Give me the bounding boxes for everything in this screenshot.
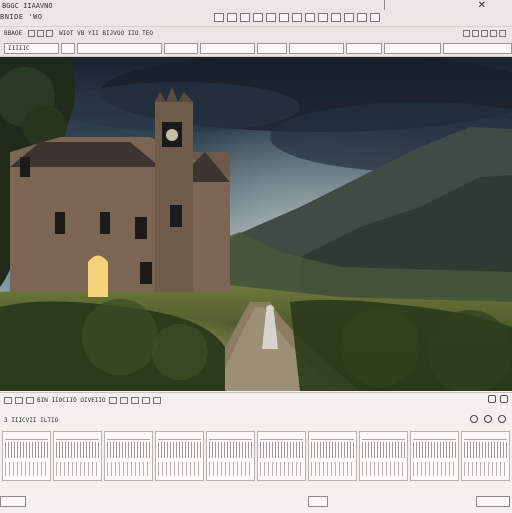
status-icon[interactable] <box>141 396 150 404</box>
title-divider <box>384 0 385 10</box>
field-7[interactable] <box>288 42 344 54</box>
panel-thumb[interactable] <box>257 431 306 481</box>
footer-bar <box>0 493 512 507</box>
field-1[interactable]: IIIIIC <box>4 42 60 54</box>
menu-icon-12[interactable] <box>357 12 367 22</box>
field-9[interactable] <box>383 42 441 54</box>
image-canvas[interactable] <box>0 57 512 391</box>
toolbar-left-label: BBAOE <box>4 29 23 37</box>
field-4[interactable] <box>164 42 198 54</box>
menu-icon-11[interactable] <box>344 12 354 22</box>
panel-thumb[interactable] <box>206 431 255 481</box>
bottom-right-icons <box>488 395 508 403</box>
field-2[interactable] <box>61 42 76 54</box>
menu-icon-10[interactable] <box>331 12 341 22</box>
menu-icon-7[interactable] <box>292 12 302 22</box>
status-icon[interactable] <box>26 396 34 404</box>
status-icon[interactable] <box>108 396 117 404</box>
menu-icon-2[interactable] <box>227 12 237 22</box>
window-subtitle: BNIDE 'WO <box>0 13 43 21</box>
tool-icon[interactable] <box>37 29 45 37</box>
menu-icon-3[interactable] <box>240 12 250 22</box>
panel-thumb[interactable] <box>461 431 510 481</box>
menu-icon-8[interactable] <box>305 12 315 22</box>
menu-icon-6[interactable] <box>279 12 289 22</box>
status-icon[interactable] <box>152 396 161 404</box>
field-10[interactable] <box>442 42 512 54</box>
field-5[interactable] <box>199 42 256 54</box>
tool-group-a <box>28 29 54 37</box>
status-icon[interactable] <box>130 396 139 404</box>
info-text: 3 IIICVII ILTIO <box>4 417 59 424</box>
tool-group-b <box>463 29 506 37</box>
app-window: BGGC IIAAVNO BNIDE 'WO ✕ BBAOE WIOT VB Y… <box>0 0 512 513</box>
footer-button-mid[interactable] <box>308 496 328 507</box>
status-text: BIN IIOCIIO ΩIVEIIO <box>37 396 106 404</box>
panel-thumb[interactable] <box>410 431 459 481</box>
tool-icon[interactable] <box>46 29 54 37</box>
tool-icon[interactable] <box>481 29 488 37</box>
status-icon[interactable] <box>119 396 128 404</box>
tool-icon[interactable] <box>472 29 479 37</box>
top-chrome: BGGC IIAAVNO BNIDE 'WO ✕ BBAOE WIOT VB Y… <box>0 0 512 57</box>
landscape-image <box>0 57 512 391</box>
toolbar-mid-label: WIOT VB YII BIJVOO IIO TEO <box>59 29 153 37</box>
title-row: BGGC IIAAVNO BNIDE 'WO ✕ <box>0 0 512 27</box>
menu-icon-5[interactable] <box>266 12 276 22</box>
field-row: IIIIIC <box>0 41 512 55</box>
save-icon[interactable] <box>484 415 492 423</box>
settings-icon[interactable] <box>500 395 508 403</box>
panel-thumb[interactable] <box>155 431 204 481</box>
tool-icon[interactable] <box>463 29 470 37</box>
menu-icon-cluster <box>214 12 380 22</box>
sync-icon[interactable] <box>488 395 496 403</box>
status-icon[interactable] <box>15 396 23 404</box>
footer-button-left[interactable] <box>0 496 26 507</box>
tool-icon[interactable] <box>499 29 506 37</box>
panel-thumb[interactable] <box>308 431 357 481</box>
menu-icon-9[interactable] <box>318 12 328 22</box>
panel-thumb[interactable] <box>104 431 153 481</box>
window-title: BGGC IIAAVNO <box>2 2 53 10</box>
panel-thumb[interactable] <box>53 431 102 481</box>
field-8[interactable] <box>345 42 382 54</box>
field-6[interactable] <box>257 42 287 54</box>
thumbnail-strip <box>0 431 512 481</box>
tool-icon[interactable] <box>28 29 36 37</box>
menu-icon-13[interactable] <box>370 12 380 22</box>
bottom-panel: BIN IIOCIIO ΩIVEIIO 3 IIICVII ILTIO <box>0 392 512 513</box>
menu-icon-1[interactable] <box>214 12 224 22</box>
status-row: BIN IIOCIIO ΩIVEIIO <box>0 395 512 405</box>
panel-thumb[interactable] <box>359 431 408 481</box>
close-icon[interactable]: ✕ <box>478 0 486 11</box>
menu-icon-4[interactable] <box>253 12 263 22</box>
more-icon[interactable] <box>498 415 506 423</box>
panel-thumb[interactable] <box>2 431 51 481</box>
tool-row: BBAOE WIOT VB YII BIJVOO IIO TEO <box>0 27 512 39</box>
field-3[interactable] <box>77 42 163 54</box>
status-icon[interactable] <box>4 396 12 404</box>
info-right-icons <box>470 415 506 423</box>
record-icon[interactable] <box>470 415 478 423</box>
footer-button-right[interactable] <box>476 496 510 507</box>
tool-icon[interactable] <box>490 29 497 37</box>
